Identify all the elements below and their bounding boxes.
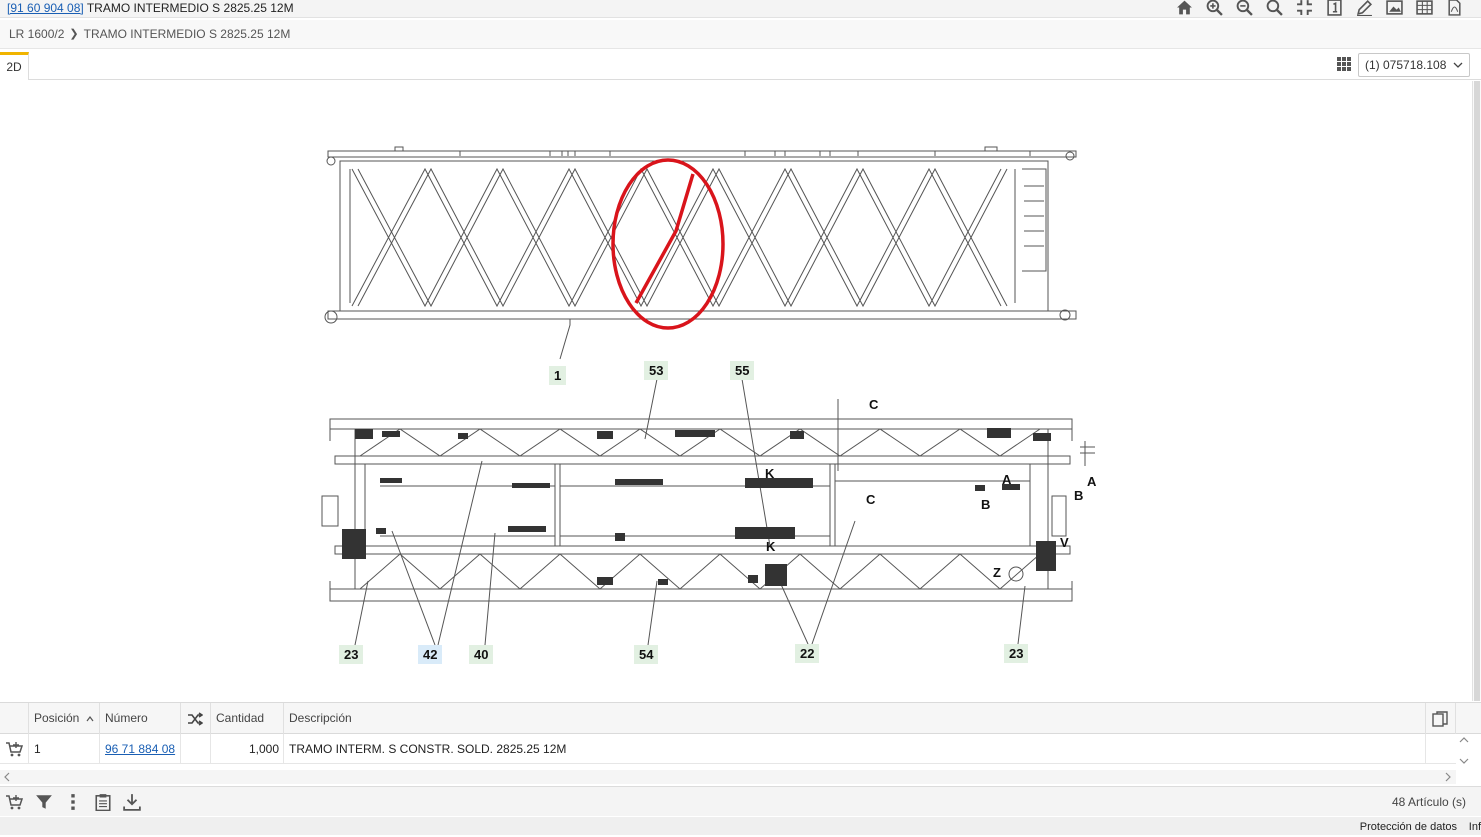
tab-2d[interactable]: 2D — [0, 52, 29, 80]
breadcrumb-root[interactable]: LR 1600/2 — [9, 20, 64, 49]
home-icon[interactable] — [1169, 0, 1199, 17]
letter-b-right: B — [1074, 488, 1083, 503]
image-icon[interactable] — [1379, 0, 1409, 17]
column-header-position[interactable]: Posición — [29, 703, 100, 734]
callout-53[interactable]: 53 — [644, 361, 669, 380]
row-swap-cell — [181, 734, 211, 764]
chevron-down-icon — [1453, 62, 1463, 68]
view-tabbar: 2D (1) 075718.108 — [0, 50, 1481, 80]
letter-z: Z — [993, 565, 1001, 580]
info-icon[interactable] — [1319, 0, 1349, 17]
zoom-out-icon[interactable] — [1229, 0, 1259, 17]
scroll-arrows-icon — [1459, 737, 1469, 764]
column-header-description[interactable]: Descripción — [284, 703, 1426, 734]
letter-c-mid: C — [866, 492, 876, 507]
drawing-scrollbar[interactable] — [1472, 81, 1481, 701]
filter-icon[interactable] — [35, 793, 53, 811]
cart-column-header — [0, 703, 29, 734]
cart-add-icon — [6, 742, 24, 757]
table-scrollbar[interactable] — [1457, 734, 1471, 770]
info-link[interactable]: Inf — [1469, 817, 1481, 837]
title-bar: [91 60 904 08] TRAMO INTERMEDIO S 2825.2… — [0, 0, 1481, 18]
technical-drawing: C C K K A A B B V Z — [321, 146, 1097, 646]
letter-k-bottom: K — [766, 539, 776, 554]
part-detail-clusters — [342, 428, 1056, 586]
part-number-link-row[interactable]: 96 71 884 08 — [105, 742, 175, 756]
callout-23-right[interactable]: 23 — [1004, 644, 1029, 663]
part-title: TRAMO INTERMEDIO S 2825.25 12M — [83, 1, 294, 15]
pdf-icon[interactable] — [1439, 0, 1469, 17]
callout-40[interactable]: 40 — [469, 645, 494, 664]
part-number-link[interactable]: [91 60 904 08] — [7, 1, 84, 15]
callout-55[interactable]: 55 — [730, 361, 755, 380]
table-horizontal-scrollbar[interactable] — [0, 770, 1456, 784]
table-footer: 48 Artículo (s) — [0, 786, 1481, 816]
scroll-left-right-icon — [4, 772, 1451, 782]
column-header-swap[interactable] — [181, 703, 211, 734]
sheet-select[interactable]: (1) 075718.108 — [1358, 53, 1470, 77]
sort-asc-icon — [86, 716, 94, 722]
copy-icon — [1432, 711, 1448, 727]
position-header-label: Posición — [34, 711, 80, 725]
cart-add-icon[interactable] — [5, 793, 23, 811]
page-title: [91 60 904 08] TRAMO INTERMEDIO S 2825.2… — [7, 0, 294, 16]
search-icon[interactable] — [1259, 0, 1289, 17]
pen-icon[interactable] — [1349, 0, 1379, 17]
letter-c-top: C — [869, 397, 879, 412]
callout-1[interactable]: 1 — [549, 366, 567, 385]
breadcrumb-current: TRAMO INTERMEDIO S 2825.25 12M — [83, 26, 291, 41]
callout-54[interactable]: 54 — [634, 645, 659, 664]
letter-b-left: B — [981, 497, 990, 512]
privacy-link[interactable]: Protección de datos — [1360, 817, 1457, 837]
red-markup — [611, 158, 725, 330]
fit-view-icon[interactable] — [1289, 0, 1319, 17]
row-quantity: 1,000 — [211, 734, 284, 764]
table-row[interactable]: 1 96 71 884 08 1,000 TRAMO INTERM. S CON… — [0, 734, 1456, 764]
drawing-canvas[interactable]: C C K K A A B B V Z 1 53 55 23 42 40 54 … — [0, 81, 1481, 701]
column-header-quantity[interactable]: Cantidad — [211, 703, 284, 734]
row-description: TRAMO INTERM. S CONSTR. SOLD. 2825.25 12… — [284, 734, 1426, 764]
viewer-toolbar — [1169, 0, 1469, 17]
letter-k-top: K — [765, 466, 775, 481]
shuffle-icon — [188, 712, 204, 726]
download-icon[interactable] — [123, 793, 141, 811]
zoom-in-icon[interactable] — [1199, 0, 1229, 17]
more-vertical-icon[interactable] — [64, 793, 82, 811]
row-number: 96 71 884 08 — [100, 734, 181, 764]
column-header-number[interactable]: Número — [100, 703, 181, 734]
chevron-right-icon: ❯ — [69, 27, 79, 40]
boom-side-view — [321, 378, 1095, 646]
parts-table-header: Posición Número Cantidad Descripción — [0, 702, 1481, 734]
scrollbar-thumb[interactable] — [1474, 81, 1480, 701]
row-position: 1 — [29, 734, 100, 764]
add-to-cart-button[interactable] — [0, 734, 29, 764]
sheet-select-value: (1) 075718.108 — [1365, 58, 1447, 72]
table-icon[interactable] — [1409, 0, 1439, 17]
grid-view-icon[interactable] — [1336, 56, 1352, 72]
status-bar: Protección de datos Inf — [0, 817, 1481, 835]
clipboard-icon[interactable] — [94, 793, 112, 811]
copy-column-button[interactable] — [1426, 703, 1456, 734]
letter-a-left: A — [1002, 472, 1012, 487]
letter-a-right: A — [1087, 474, 1097, 489]
item-count: 48 Artículo (s) — [1391, 795, 1466, 809]
callout-23-left[interactable]: 23 — [339, 645, 364, 664]
red-slash-markup — [634, 173, 695, 304]
callout-22[interactable]: 22 — [795, 644, 820, 663]
letter-v: V — [1060, 535, 1069, 550]
callout-42[interactable]: 42 — [418, 645, 443, 664]
breadcrumb: LR 1600/2 ❯ TRAMO INTERMEDIO S 2825.25 1… — [0, 20, 1481, 49]
